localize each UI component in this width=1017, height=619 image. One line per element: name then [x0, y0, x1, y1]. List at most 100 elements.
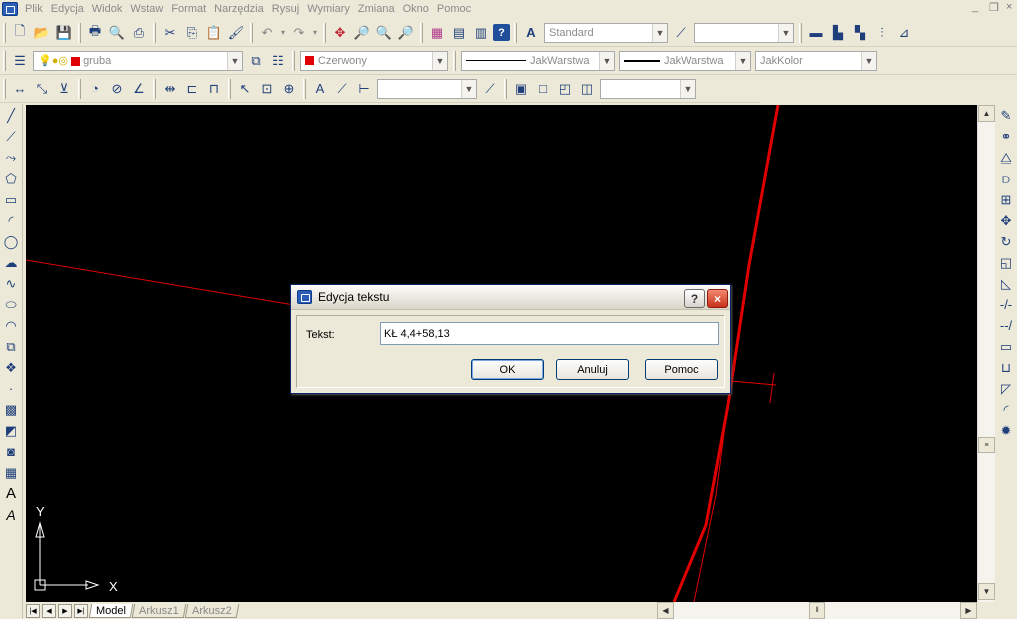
- copy-icon[interactable]: ⎘: [182, 23, 202, 43]
- drawing-line[interactable]: [26, 259, 295, 306]
- join-icon[interactable]: ⊔: [996, 358, 1016, 377]
- chevron-down-icon[interactable]: ▼: [461, 79, 476, 98]
- dim-linear-icon[interactable]: ⫶: [872, 23, 892, 43]
- zoom-window-icon[interactable]: 🔍: [374, 23, 394, 43]
- cancel-button[interactable]: Anuluj: [556, 359, 629, 380]
- color-combo[interactable]: Czerwony ▼: [300, 50, 448, 71]
- menu-insert[interactable]: Wstaw: [126, 3, 167, 15]
- horizontal-scrollbar[interactable]: ◀ ⦀ ▶: [657, 602, 977, 619]
- polyline-icon[interactable]: ⤳: [1, 148, 21, 167]
- dim-continue-icon[interactable]: ⊓: [204, 79, 224, 99]
- layer-previous-icon[interactable]: ☷: [268, 51, 288, 71]
- minimize-button[interactable]: _: [972, 1, 978, 13]
- next-tab-icon[interactable]: ▶: [58, 603, 72, 618]
- ellipse-icon[interactable]: ⬭: [1, 295, 21, 314]
- rotate-icon[interactable]: ↻: [996, 232, 1016, 251]
- menu-edit[interactable]: Edycja: [47, 3, 88, 15]
- menu-modify[interactable]: Zmiana: [354, 3, 399, 15]
- spline-icon[interactable]: ∿: [1, 274, 21, 293]
- chevron-down-icon[interactable]: ▼: [599, 51, 614, 70]
- print-preview-icon[interactable]: 🔍: [107, 23, 127, 43]
- toolbar-grip[interactable]: [3, 78, 6, 99]
- polygonal-viewport-icon[interactable]: ◰: [555, 79, 575, 99]
- dialog-titlebar[interactable]: Edycja tekstu: [291, 285, 730, 310]
- dim-baseline-icon[interactable]: ⊏: [182, 79, 202, 99]
- undo-icon[interactable]: ↶: [257, 23, 277, 43]
- hatch-icon[interactable]: ▩: [1, 400, 21, 419]
- single-line-text-icon[interactable]: A: [1, 505, 21, 524]
- save-icon[interactable]: 💾: [54, 23, 74, 43]
- open-file-icon[interactable]: 📂: [32, 23, 52, 43]
- tool-palettes-icon[interactable]: ▥: [471, 23, 491, 43]
- layer-manager-icon[interactable]: ☰: [10, 51, 30, 71]
- chevron-down-icon[interactable]: ▼: [652, 23, 667, 42]
- revision-cloud-icon[interactable]: ☁: [1, 253, 21, 272]
- text-style-icon[interactable]: A: [521, 23, 541, 43]
- ok-button[interactable]: OK: [471, 359, 544, 380]
- layer-combo[interactable]: 💡●◎ gruba ▼: [33, 50, 243, 71]
- make-block-icon[interactable]: ❖: [1, 358, 21, 377]
- scroll-right-icon[interactable]: ▶: [960, 602, 977, 619]
- dim-style-icon[interactable]: ⟋: [480, 79, 500, 99]
- table-icon[interactable]: ▦: [1, 463, 21, 482]
- toolbar-grip[interactable]: [3, 22, 6, 43]
- dim-aligned-icon[interactable]: ⊿: [894, 23, 914, 43]
- pan-icon[interactable]: ✥: [330, 23, 350, 43]
- menu-dimension[interactable]: Wymiary: [303, 3, 354, 15]
- dialog-close-button[interactable]: ×: [707, 289, 728, 308]
- paste-icon[interactable]: 📋: [204, 23, 224, 43]
- dim-angular-icon[interactable]: ∠: [129, 79, 149, 99]
- prev-tab-icon[interactable]: ◀: [42, 603, 56, 618]
- dimension-style-icon[interactable]: ⟋: [671, 23, 691, 43]
- erase-icon[interactable]: ✎: [996, 106, 1016, 125]
- mirror-icon[interactable]: ⧋: [996, 148, 1016, 167]
- move-icon[interactable]: ✥: [996, 211, 1016, 230]
- first-tab-icon[interactable]: |◀: [26, 603, 40, 618]
- help-icon[interactable]: ?: [493, 24, 510, 41]
- undo-dropdown-icon[interactable]: ▾: [279, 23, 287, 43]
- viewport-dialog-icon[interactable]: ▣: [511, 79, 531, 99]
- clip-viewport-icon[interactable]: ◫: [577, 79, 597, 99]
- dialog-help-button[interactable]: ?: [684, 289, 705, 308]
- single-viewport-icon[interactable]: □: [533, 79, 553, 99]
- multiline-icon[interactable]: ▙: [828, 23, 848, 43]
- chevron-down-icon[interactable]: ▼: [778, 23, 793, 42]
- polygon-icon[interactable]: ⬠: [1, 169, 21, 188]
- table-style-icon[interactable]: ▬: [806, 23, 826, 43]
- new-file-icon[interactable]: 🗋: [10, 23, 30, 43]
- dim-update-icon[interactable]: ⊢: [354, 79, 374, 99]
- array-icon[interactable]: ⊞: [996, 190, 1016, 209]
- plotstyle-combo[interactable]: JakKolor ▼: [755, 50, 877, 71]
- last-tab-icon[interactable]: ▶|: [74, 603, 88, 618]
- chevron-down-icon[interactable]: ▼: [735, 51, 750, 70]
- extend-icon[interactable]: --/: [996, 316, 1016, 335]
- scale-icon[interactable]: ◱: [996, 253, 1016, 272]
- gradient-icon[interactable]: ◩: [1, 421, 21, 440]
- tab-arkusz2[interactable]: Arkusz2: [184, 603, 239, 618]
- publish-icon[interactable]: ⎙: [129, 23, 149, 43]
- center-mark-icon[interactable]: ⊕: [279, 79, 299, 99]
- dim-diameter-icon[interactable]: ⊘: [107, 79, 127, 99]
- scroll-up-icon[interactable]: ▲: [978, 105, 995, 122]
- menu-draw[interactable]: Rysuj: [268, 3, 304, 15]
- point-icon[interactable]: ·: [1, 379, 21, 398]
- menu-view[interactable]: Widok: [88, 3, 127, 15]
- make-layer-current-icon[interactable]: ⧉: [246, 51, 266, 71]
- menu-window[interactable]: Okno: [399, 3, 433, 15]
- construction-line-icon[interactable]: ⟋: [1, 127, 21, 146]
- arc-icon[interactable]: ◜: [1, 211, 21, 230]
- help-button[interactable]: Pomoc: [645, 359, 718, 380]
- redo-icon[interactable]: ↷: [289, 23, 309, 43]
- restore-button[interactable]: ❐: [989, 1, 999, 14]
- region-icon[interactable]: ◙: [1, 442, 21, 461]
- cut-icon[interactable]: ✂: [160, 23, 180, 43]
- copy-object-icon[interactable]: ⚭: [996, 127, 1016, 146]
- plot-style-icon[interactable]: ▚: [850, 23, 870, 43]
- app-icon[interactable]: [2, 1, 18, 16]
- quick-dim-icon[interactable]: ⇹: [160, 79, 180, 99]
- chevron-down-icon[interactable]: ▼: [680, 79, 695, 98]
- tab-arkusz1[interactable]: Arkusz1: [131, 603, 186, 618]
- menu-format[interactable]: Format: [167, 3, 210, 15]
- close-window-button[interactable]: ×: [1006, 1, 1012, 13]
- tab-model[interactable]: Model: [88, 603, 134, 618]
